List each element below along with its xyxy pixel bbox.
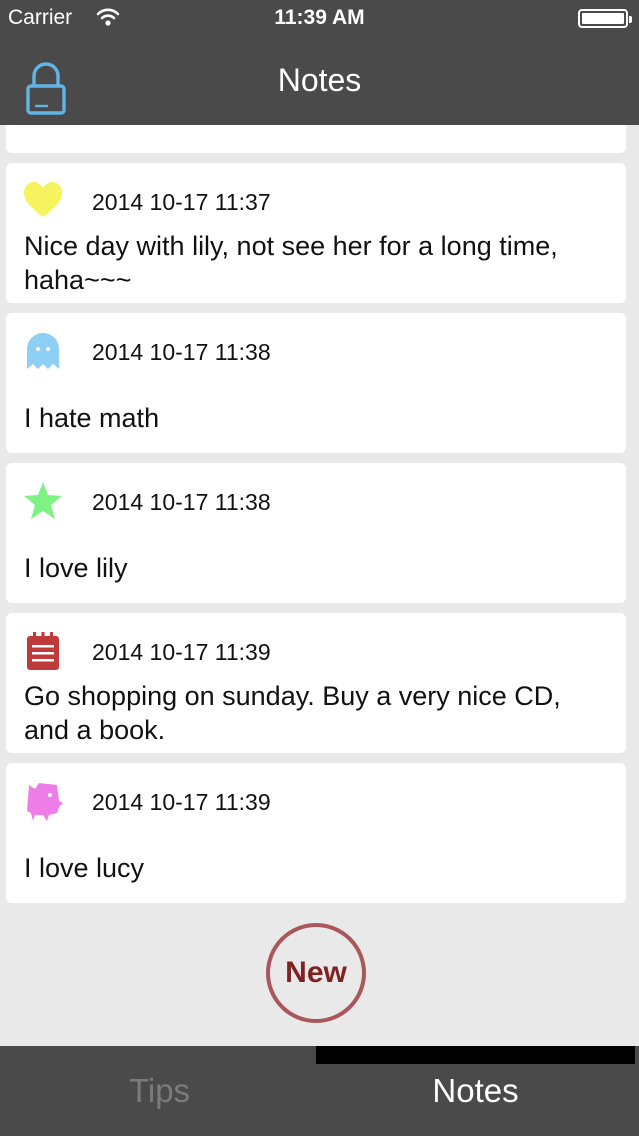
- note-text: Nice day with lily, not see her for a lo…: [24, 231, 558, 295]
- page-title: Notes: [277, 62, 362, 98]
- note-date: 2014 10-17 11:39: [92, 789, 271, 815]
- note-card[interactable]: 2014 10-17 11:39 Go shopping on sunday. …: [6, 613, 626, 753]
- note-text: Go shopping on sunday. Buy a very nice C…: [24, 681, 561, 745]
- monster-icon: [27, 783, 63, 821]
- tab-bar: Tips Notes: [0, 1046, 639, 1136]
- note-card-partial[interactable]: [6, 125, 626, 153]
- note-card[interactable]: 2014 10-17 11:37 Nice day with lily, not…: [6, 163, 626, 303]
- note-date: 2014 10-17 11:38: [92, 339, 271, 365]
- notes-list[interactable]: 2014 10-17 11:37 Nice day with lily, not…: [0, 125, 639, 905]
- heart-icon: [24, 182, 62, 217]
- notepad-icon: [27, 632, 59, 670]
- status-bar: Carrier 11:39 AM: [0, 0, 639, 40]
- note-card[interactable]: 2014 10-17 11:38 I hate math: [6, 313, 626, 453]
- ghost-icon: [27, 333, 59, 369]
- new-note-button[interactable]: New: [266, 923, 366, 1023]
- note-card[interactable]: 2014 10-17 11:38 I love lily: [6, 463, 626, 603]
- note-date: 2014 10-17 11:37: [92, 189, 271, 215]
- note-date: 2014 10-17 11:39: [92, 639, 271, 665]
- note-text: I hate math: [24, 403, 160, 433]
- note-text: I love lucy: [24, 853, 145, 883]
- battery-icon: [578, 9, 632, 28]
- tab-tips[interactable]: Tips: [0, 1046, 319, 1136]
- navigation-bar: Notes: [0, 40, 639, 125]
- tab-notes[interactable]: Notes: [316, 1046, 635, 1136]
- star-icon: [24, 482, 62, 519]
- status-time: 11:39 AM: [274, 6, 365, 29]
- note-card[interactable]: 2014 10-17 11:39 I love lucy: [6, 763, 626, 903]
- note-date: 2014 10-17 11:38: [92, 489, 271, 515]
- note-text: I love lily: [24, 553, 128, 583]
